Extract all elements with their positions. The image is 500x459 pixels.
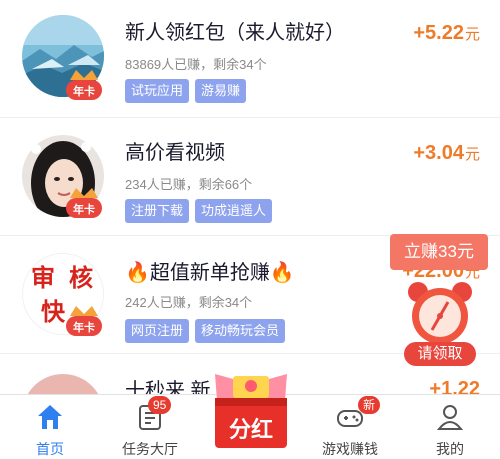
task-tags: 网页注册 移动畅玩会员 [125, 319, 286, 343]
tab-games[interactable]: 新 游戏赚钱 [300, 395, 400, 459]
claim-button[interactable]: 请领取 [404, 342, 476, 366]
user-icon [436, 405, 464, 430]
task-title: 高价看视频 [125, 142, 225, 164]
task-avatar [22, 374, 104, 394]
task-reward: +1.22 [429, 378, 480, 394]
tab-task-hall[interactable]: 95 任务大厅 [100, 395, 200, 459]
task-tags: 注册下载 功成逍遥人 [125, 199, 273, 223]
task-tag: 移动畅玩会员 [195, 319, 286, 343]
task-tag: 网页注册 [125, 319, 190, 343]
task-tag: 试玩应用 [125, 79, 190, 103]
task-reward: +3.04元 [413, 142, 480, 164]
avatar-char: 审 [31, 264, 55, 292]
earn-promo-pill[interactable]: 立赚33元 [390, 234, 488, 270]
home-icon [38, 405, 62, 429]
task-item[interactable]: 年卡 新人领红包（来人就好） 83869人已赚，剩余34个 试玩应用 游易赚 +… [0, 0, 500, 118]
task-title: 🔥超值新单抢赚🔥 [125, 262, 295, 284]
badge-text: 年卡 [73, 202, 95, 216]
floating-promo[interactable]: 立赚33元 请领取 [390, 234, 490, 366]
task-tags: 试玩应用 游易赚 [125, 79, 247, 103]
tab-label: 我的 [436, 441, 464, 457]
tab-home[interactable]: 首页 [0, 395, 100, 459]
task-stats: 83869人已赚，剩余34个 [125, 57, 267, 72]
task-tag: 注册下载 [125, 199, 190, 223]
dividend-label: 分红 [228, 417, 273, 442]
task-tag: 功成逍遥人 [195, 199, 273, 223]
tab-label: 首页 [36, 441, 64, 457]
task-count-badge: 95 [148, 396, 172, 414]
task-stats: 234人已赚，剩余66个 [125, 177, 253, 192]
tab-label: 任务大厅 [122, 441, 178, 457]
task-stats: 242人已赚，剩余34个 [125, 295, 253, 310]
badge-text: 年卡 [73, 320, 95, 334]
task-tag: 游易赚 [195, 79, 247, 103]
annual-card-badge: 年卡 [64, 304, 104, 338]
badge-text: 年卡 [73, 84, 95, 98]
new-badge: 新 [358, 396, 381, 414]
tab-label: 游戏赚钱 [322, 441, 378, 457]
dividend-button[interactable]: 分红 [205, 370, 297, 456]
annual-card-badge: 年卡 [64, 68, 104, 102]
task-title: 新人领红包（来人就好） [125, 22, 345, 44]
task-reward: +5.22元 [413, 22, 480, 44]
annual-card-badge: 年卡 [64, 186, 104, 220]
avatar-char: 快 [41, 298, 66, 326]
task-item[interactable]: 年卡 高价看视频 234人已赚，剩余66个 注册下载 功成逍遥人 +3.04元 [0, 118, 500, 236]
tab-mine[interactable]: 我的 [400, 395, 500, 459]
avatar-char: 核 [69, 264, 93, 292]
alarm-clock-icon [408, 282, 472, 344]
